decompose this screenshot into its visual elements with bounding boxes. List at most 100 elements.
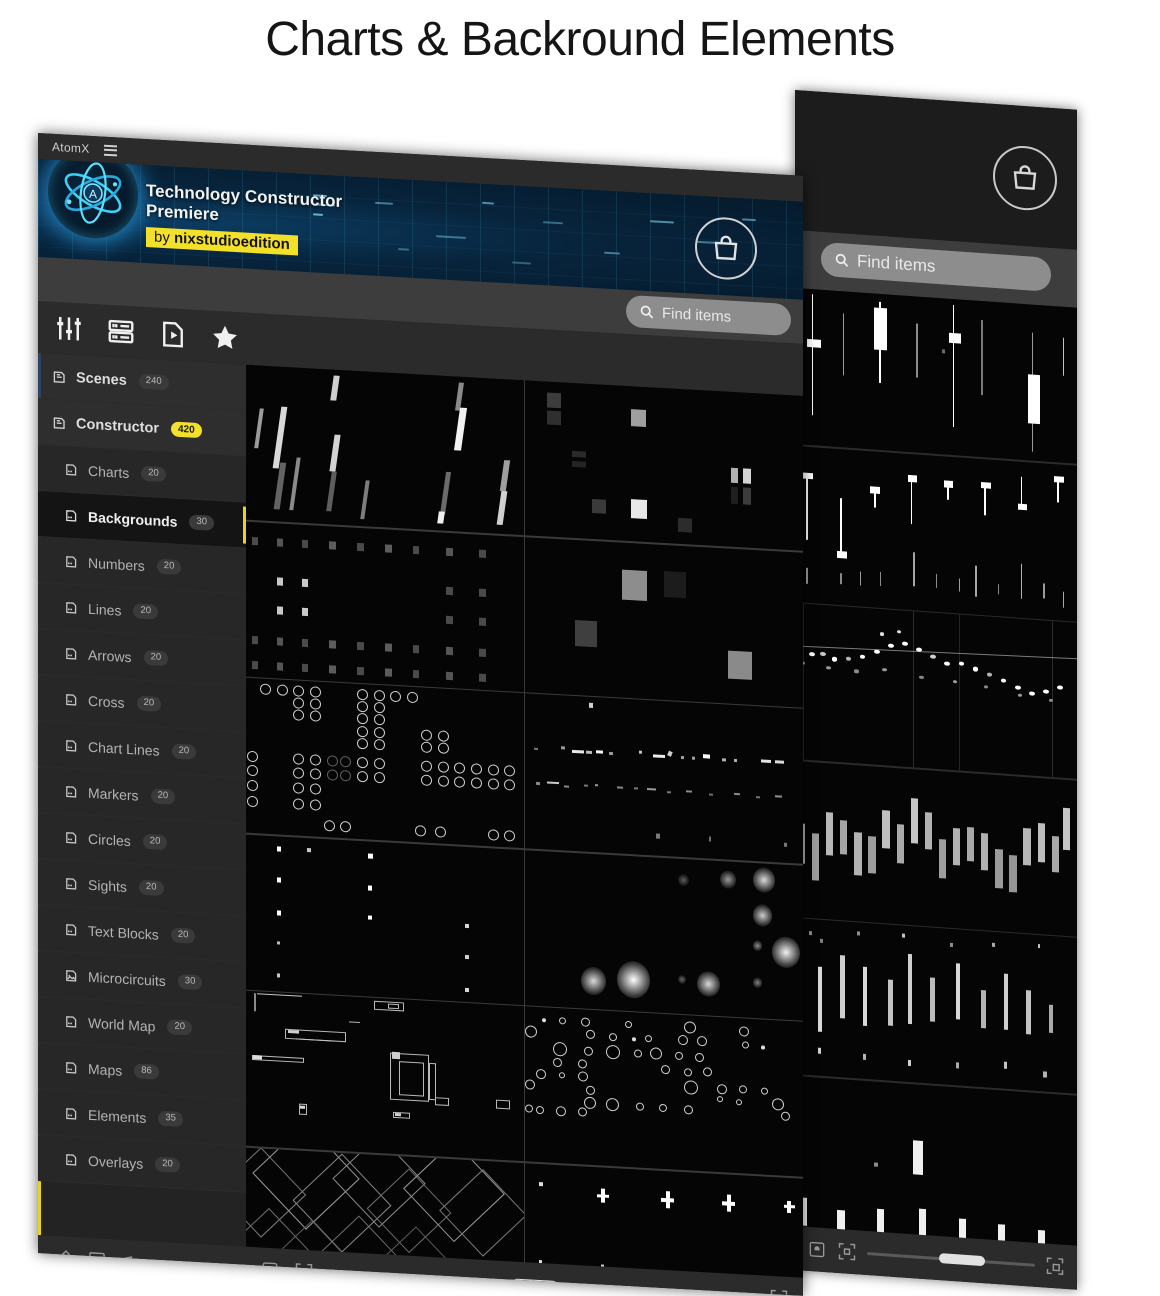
item-icon — [66, 831, 77, 844]
search-input[interactable]: Find items — [626, 294, 791, 337]
music-note-icon[interactable] — [118, 1251, 138, 1272]
fit-frame-icon[interactable] — [837, 1241, 857, 1262]
fit-frame-icon[interactable] — [294, 1261, 314, 1282]
scene-icon — [53, 416, 65, 429]
sidebar-item-label: Elements — [88, 1106, 147, 1126]
thumbnail-art — [795, 603, 1077, 779]
composition-stage: Charts & Backround Elements Find items A… — [0, 0, 1160, 1296]
thumbnail-art — [525, 693, 803, 864]
thumb-chart-scatter[interactable] — [795, 603, 1077, 779]
item-icon — [66, 739, 77, 752]
sliders-icon[interactable] — [54, 313, 84, 345]
shopping-bag-icon[interactable] — [993, 143, 1057, 213]
navigation-sidebar: Scenes 240 Constructor 420 Charts 20 Bac… — [38, 353, 246, 1247]
sidebar-item-badge: 20 — [138, 879, 164, 896]
sidebar-item-label: Overlays — [88, 1152, 144, 1172]
lock-icon[interactable] — [807, 1239, 827, 1260]
file-play-icon[interactable] — [158, 319, 188, 351]
thumb-chart-candles-sm[interactable] — [795, 760, 1077, 937]
sidebar-item-label: Arrows — [88, 646, 132, 665]
thumbnail-size-slider[interactable] — [867, 1251, 1035, 1267]
thumb-bg-bokeh[interactable] — [525, 849, 803, 1021]
sidebar-item-badge: 20 — [133, 603, 159, 620]
hamburger-icon[interactable] — [103, 144, 117, 156]
thumb-bg-sparsedots[interactable] — [246, 834, 524, 1005]
thumb-bg-ringmatrix[interactable] — [246, 677, 524, 849]
sidebar-item-label: Constructor — [76, 415, 159, 437]
slider-knob[interactable] — [511, 1277, 558, 1291]
search-placeholder: Find items — [662, 304, 732, 326]
sidebar-item-label: Sights — [88, 876, 127, 895]
thumb-chart-ticks[interactable] — [795, 918, 1077, 1094]
thumb-bg-datastream[interactable] — [525, 693, 803, 864]
image-icon — [66, 969, 77, 982]
item-icon — [66, 693, 77, 706]
item-icon — [66, 601, 77, 614]
sidebar-item-badge: 20 — [141, 466, 166, 482]
thumb-bg-schematic[interactable] — [246, 990, 524, 1162]
thumbnail-art — [525, 1163, 803, 1278]
thumbnail-size-slider[interactable] — [328, 1271, 755, 1296]
sidebar-item-label: Maps — [88, 1060, 123, 1079]
sidebar-item-badge: 20 — [156, 558, 182, 575]
sidebar-item-badge: 30 — [189, 514, 215, 531]
sidebar-item-badge: 30 — [177, 974, 203, 990]
thumbnail-art — [246, 834, 524, 1005]
window-body: Scenes 240 Constructor 420 Charts 20 Bac… — [38, 353, 803, 1278]
lock-icon[interactable] — [260, 1259, 280, 1280]
thumb-bg-streaks[interactable] — [246, 364, 524, 536]
thumb-chart-bars[interactable] — [795, 1075, 1077, 1252]
item-icon — [66, 463, 77, 476]
sidebar-item-badge: 20 — [142, 834, 168, 850]
slider-knob[interactable] — [939, 1252, 986, 1266]
app-name: AtomX — [52, 139, 90, 156]
sidebar-item-badge: 20 — [155, 1156, 180, 1173]
item-icon — [66, 785, 77, 798]
layers-list-icon[interactable] — [106, 316, 136, 348]
thumbnail-art — [246, 678, 524, 849]
secondary-thumbnail-grid — [795, 288, 1077, 1252]
sidebar-item-label: Numbers — [88, 554, 145, 574]
sidebar-item-badge: 240 — [138, 373, 169, 391]
secondary-window-header — [795, 90, 1077, 250]
item-icon — [66, 1107, 77, 1120]
search-icon — [640, 305, 654, 319]
sidebar-item-label: Scenes — [76, 369, 127, 389]
thumbnail-art — [525, 537, 803, 708]
author-name: nixstudioedition — [174, 229, 290, 254]
thumb-chart-candles-lg[interactable] — [795, 288, 1077, 464]
footer-left-tools — [38, 1247, 246, 1279]
sidebar-item-label: Chart Lines — [88, 738, 160, 759]
svg-text:A: A — [89, 187, 97, 201]
thumb-bg-squares[interactable] — [525, 380, 803, 551]
thumb-bg-dotgrid[interactable] — [246, 521, 524, 692]
thumb-bg-bigsquares[interactable] — [525, 536, 803, 708]
item-icon — [66, 923, 77, 936]
thumb-bg-circles[interactable] — [525, 1006, 803, 1177]
sidebar-item-label: Charts — [88, 462, 130, 481]
thumbnail-art — [795, 1076, 1077, 1252]
search-input[interactable]: Find items — [821, 241, 1051, 292]
thumbnail-art — [525, 1006, 803, 1177]
thumbnail-art — [246, 991, 524, 1162]
thumbnail-art — [246, 365, 524, 536]
by-prefix: by — [154, 228, 170, 247]
star-icon[interactable] — [210, 322, 240, 354]
thumb-bg-crosses[interactable] — [525, 1162, 803, 1278]
item-icon — [66, 509, 77, 522]
sidebar-item-badge: 86 — [134, 1063, 159, 1080]
video-preview-icon[interactable] — [87, 1250, 107, 1271]
thumbnail-art — [795, 288, 1077, 464]
sidebar-item-badge: 35 — [158, 1111, 183, 1127]
expand-icon[interactable] — [1045, 1255, 1065, 1276]
thumbnail-art — [795, 918, 1077, 1094]
thumb-chart-needles[interactable] — [795, 445, 1077, 622]
sidebar-item-badge: 20 — [170, 927, 196, 944]
main-window: AtomX A Technology Constructor Premiere … — [38, 133, 803, 1296]
sidebar-item-label: Markers — [88, 784, 139, 804]
search-placeholder: Find items — [857, 251, 936, 276]
sidebar-item-label: Lines — [88, 600, 122, 619]
thumbnail-art — [525, 380, 803, 551]
item-icon — [66, 1015, 77, 1028]
effects-diamond-icon[interactable] — [56, 1248, 76, 1269]
